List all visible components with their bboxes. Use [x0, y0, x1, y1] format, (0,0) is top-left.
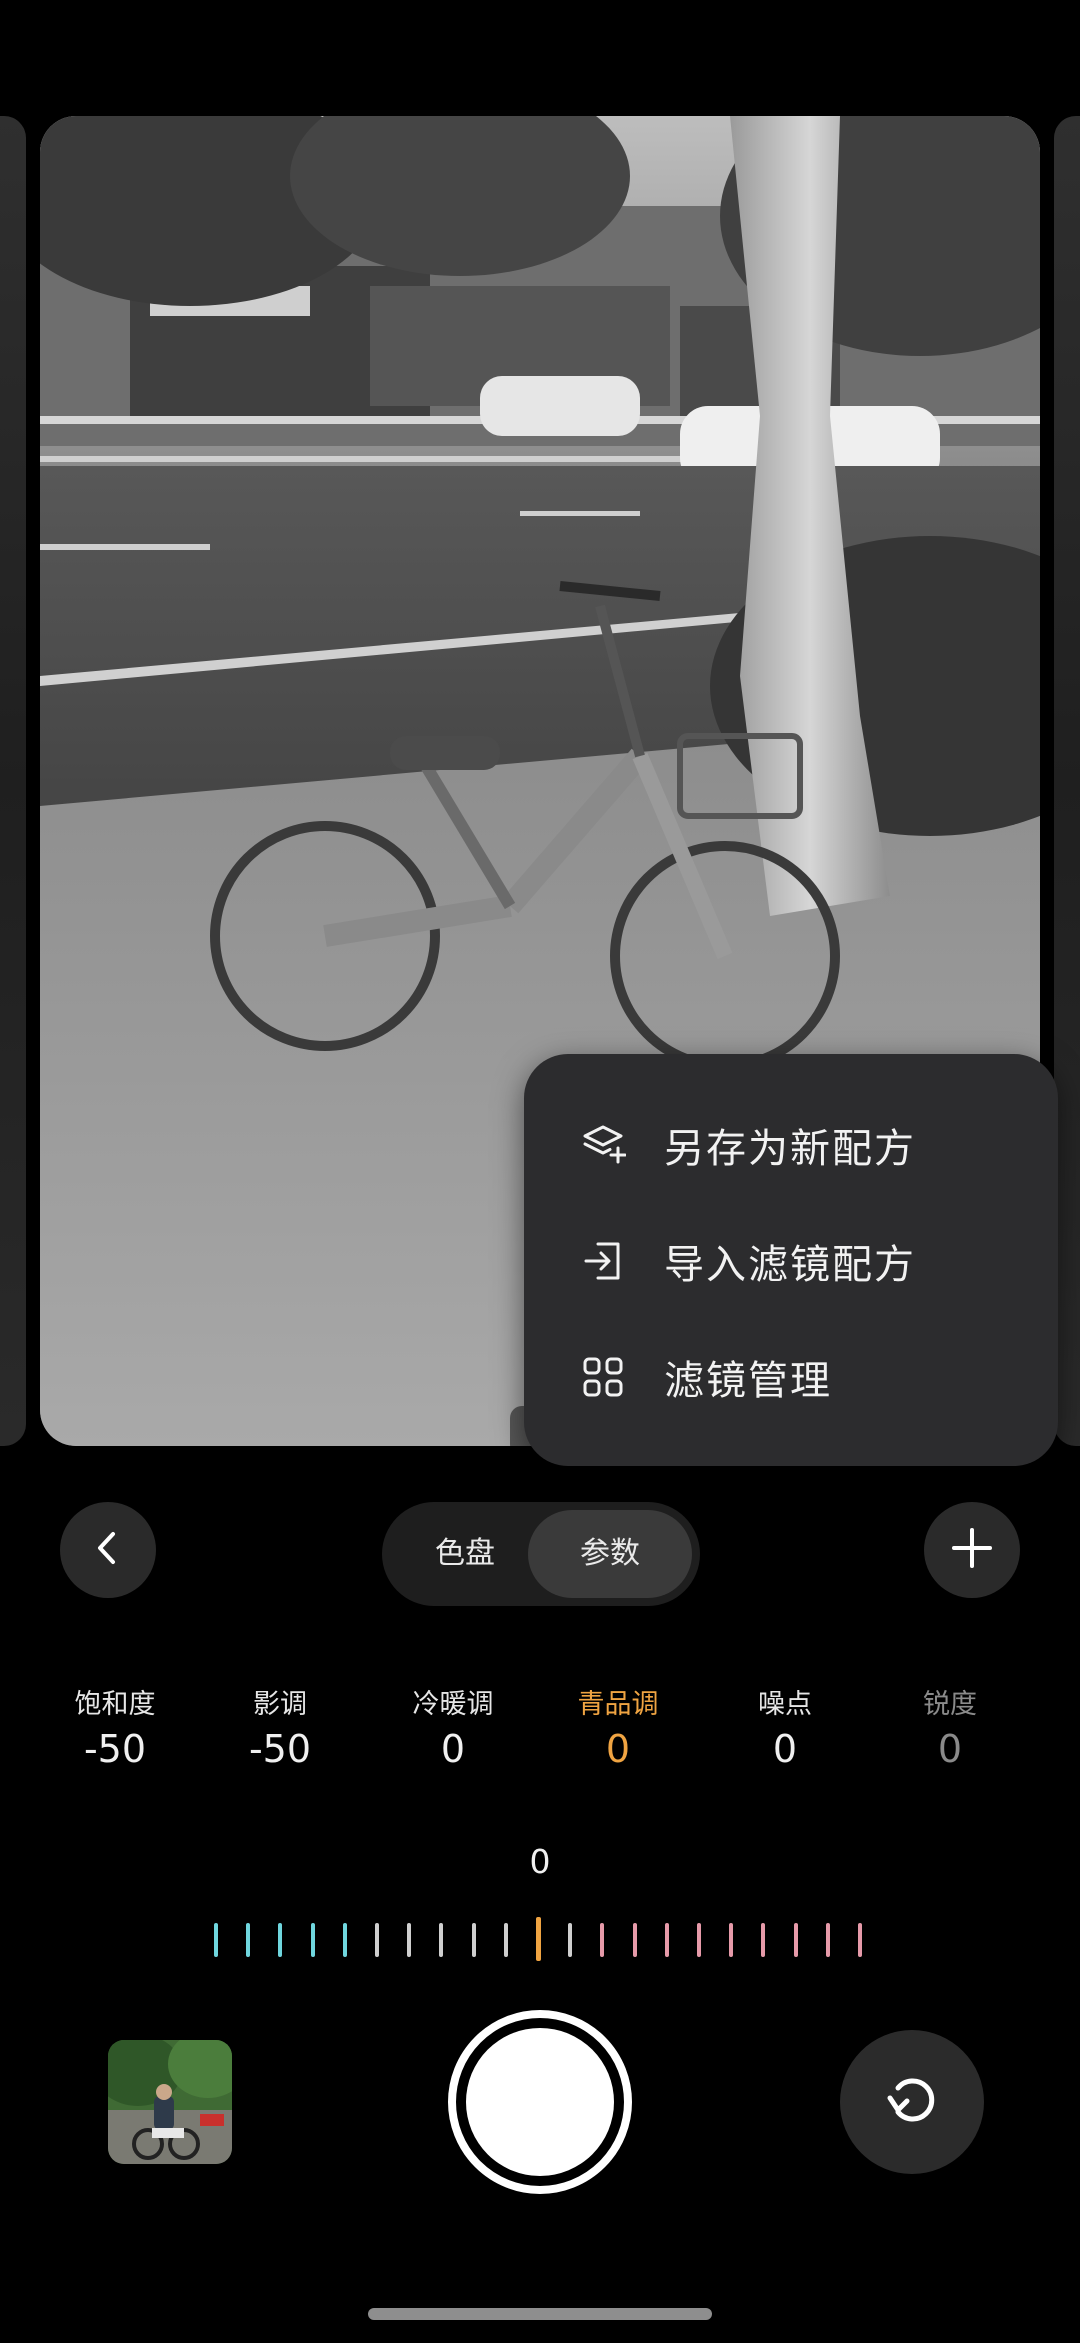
menu-item-label: 导入滤镜配方: [664, 1242, 916, 1288]
param-name: 冷暖调: [412, 1689, 494, 1720]
param-value: 0: [440, 1727, 466, 1771]
slider-tick: [793, 1923, 798, 1957]
slider-tick: [407, 1923, 412, 1957]
slider-tick: [471, 1923, 476, 1957]
param-name: 噪点: [758, 1689, 812, 1720]
param-sharpness[interactable]: 锐度 0: [875, 1682, 1025, 1771]
menu-item-label: 滤镜管理: [664, 1358, 832, 1404]
shutter-button[interactable]: [448, 2010, 632, 2194]
slider-tick: [664, 1923, 669, 1957]
slider-value: 0: [529, 1842, 551, 1881]
param-warmth[interactable]: 冷暖调 0: [378, 1682, 528, 1771]
thumbnail-image: [108, 2040, 232, 2164]
slider-tick: [761, 1923, 766, 1957]
slider-tick: [278, 1923, 283, 1957]
slider-tick: [214, 1923, 218, 1957]
add-button[interactable]: [924, 1502, 1020, 1598]
slider-tick: [825, 1923, 830, 1957]
menu-item-label: 另存为新配方: [664, 1126, 916, 1172]
slider-tick: [729, 1923, 734, 1957]
slider-tick: [568, 1923, 573, 1957]
param-name: 饱和度: [74, 1689, 156, 1720]
reset-button[interactable]: [840, 2030, 984, 2174]
param-name: 青品调: [577, 1689, 659, 1720]
previous-photo-card[interactable]: [0, 116, 26, 1446]
param-value: -50: [248, 1727, 312, 1771]
grid-icon: [580, 1354, 626, 1400]
chevron-left-icon: [88, 1528, 128, 1572]
menu-item-import-recipe[interactable]: 导入滤镜配方: [524, 1206, 1058, 1316]
slider-tick: [375, 1923, 379, 1957]
slider-tick: [632, 1923, 637, 1957]
slider-tick: [246, 1923, 251, 1957]
tab-color-palette[interactable]: 色盘: [390, 1510, 540, 1598]
param-grain[interactable]: 噪点 0: [710, 1682, 860, 1771]
param-name: 锐度: [923, 1689, 977, 1720]
save-recipe-icon: [580, 1122, 627, 1168]
tab-parameters[interactable]: 参数: [528, 1510, 692, 1598]
param-tint[interactable]: 青品调 0: [543, 1682, 693, 1771]
param-name: 影调: [253, 1689, 307, 1720]
slider-tick: [503, 1923, 508, 1957]
gallery-thumbnail[interactable]: [108, 2040, 232, 2164]
param-value: 0: [772, 1727, 798, 1771]
slider-tick: [310, 1923, 315, 1957]
slider-tick: [697, 1923, 701, 1957]
slider-tick: [342, 1923, 347, 1957]
param-saturation[interactable]: 饱和度 -50: [40, 1682, 190, 1771]
param-value: -50: [83, 1727, 147, 1771]
slider-tick: [858, 1923, 862, 1957]
slider-tick: [600, 1923, 605, 1957]
home-indicator[interactable]: [368, 2308, 712, 2320]
plus-icon: [950, 1526, 994, 1574]
reset-icon: [880, 2068, 944, 2136]
import-icon: [580, 1238, 626, 1284]
back-button[interactable]: [60, 1502, 156, 1598]
param-tone[interactable]: 影调 -50: [205, 1682, 355, 1771]
filter-options-menu: 另存为新配方 导入滤镜配方 滤镜管理: [524, 1054, 1058, 1466]
mode-segmented-control: 色盘 参数: [382, 1502, 700, 1606]
param-value: 0: [937, 1727, 963, 1771]
param-value: 0: [605, 1727, 631, 1771]
menu-item-filter-management[interactable]: 滤镜管理: [524, 1322, 1058, 1432]
shutter-inner: [466, 2028, 614, 2176]
slider-center-tick: [536, 1917, 541, 1961]
slider-tick: [439, 1923, 444, 1957]
adjustment-slider[interactable]: [214, 1917, 866, 1962]
menu-item-save-as-recipe[interactable]: 另存为新配方: [524, 1090, 1058, 1200]
